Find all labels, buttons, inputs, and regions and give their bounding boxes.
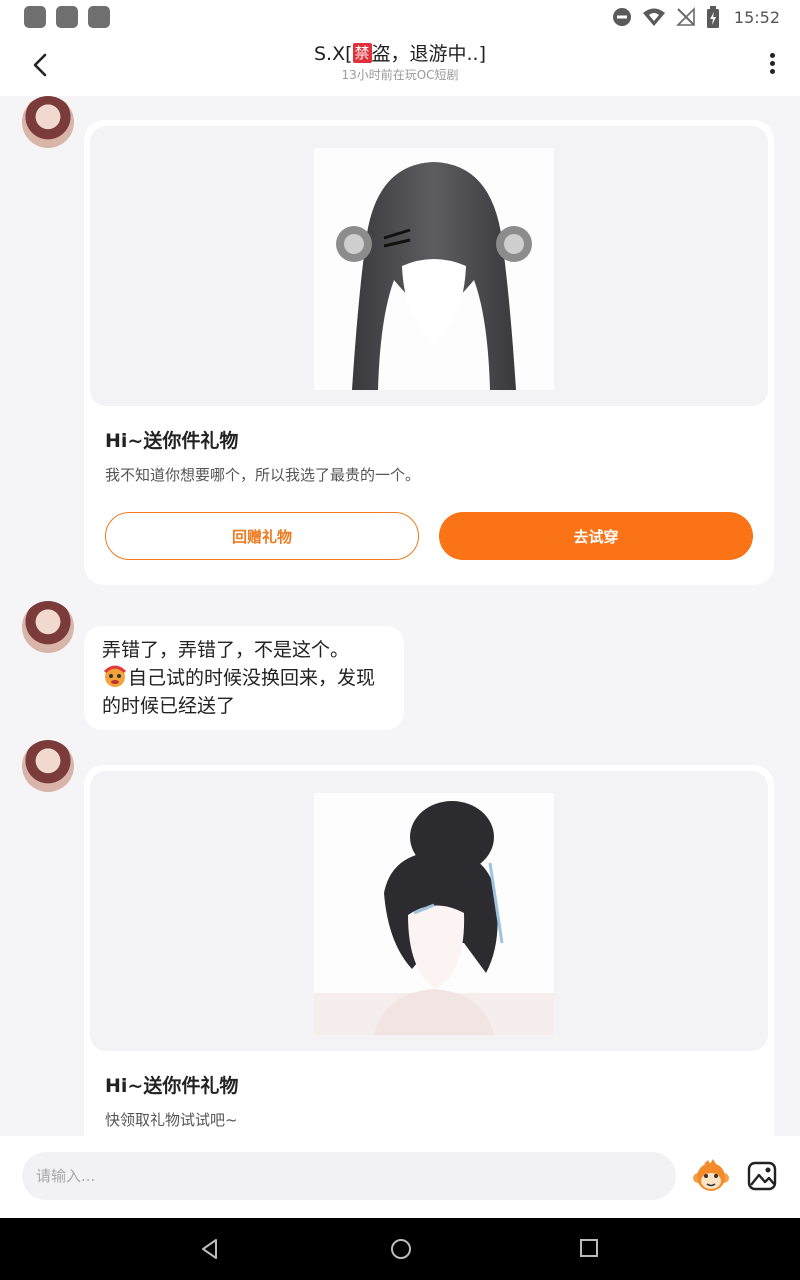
status-bar: 15:52 [0,0,800,34]
dizzy-face-emoji [103,665,127,687]
ban-badge: 禁 [352,43,372,63]
notification-square-icon [24,6,46,28]
notification-square-icon [88,6,110,28]
gift-image-frame [90,771,768,1051]
battery-charging-icon [706,6,719,28]
more-vertical-icon[interactable] [766,50,778,80]
avatar[interactable] [22,740,74,792]
chat-subtitle: 13小时前在玩OC短剧 [341,68,459,82]
gift-image-twin-tails[interactable] [314,148,554,390]
gift-image-frame [90,126,768,406]
clock: 15:52 [733,7,780,27]
notification-square-icon [56,6,78,28]
gift-title: Hi~送你件礼物 [105,1075,239,1097]
monkey-emoji-icon[interactable] [692,1158,730,1196]
image-icon[interactable] [746,1160,778,1192]
avatar[interactable] [22,601,74,653]
try-on-button[interactable]: 去试穿 [439,512,753,560]
message-line: 自己试的时候没换回来，发现的时候已经送了 [102,664,386,720]
chat-header: S.X[禁盗，退游中..] 13小时前在玩OC短剧 [0,34,800,96]
text-message-bubble: 弄错了，弄错了，不是这个。 自己试的时候没换回来，发现的时候已经送了 [84,626,404,730]
gift-card: Hi~送你件礼物 我不知道你想要哪个，所以我选了最贵的一个。 回赠礼物 去试穿 [84,120,774,585]
gift-card: Hi~送你件礼物 快领取礼物试试吧~ [84,765,774,1136]
nav-recents-icon[interactable] [578,1237,600,1259]
nav-home-icon[interactable] [389,1237,413,1261]
do-not-disturb-icon [612,8,631,26]
gift-description: 我不知道你想要哪个，所以我选了最贵的一个。 [105,466,421,484]
chevron-left-icon[interactable] [26,50,56,80]
input-bar [0,1136,800,1218]
gift-image-bun[interactable] [314,793,554,1035]
wifi-icon [642,8,665,26]
chat-messages[interactable]: Hi~送你件礼物 我不知道你想要哪个，所以我选了最贵的一个。 回赠礼物 去试穿 … [0,96,800,1136]
chat-title-block: S.X[禁盗，退游中..] 13小时前在玩OC短剧 [150,40,650,82]
gift-description: 快领取礼物试试吧~ [105,1111,238,1129]
system-nav-bar [0,1218,800,1280]
no-signal-icon [675,7,695,26]
avatar[interactable] [22,96,74,148]
return-gift-button[interactable]: 回赠礼物 [105,512,419,560]
chat-title: S.X[禁盗，退游中..] [313,43,487,65]
gift-title: Hi~送你件礼物 [105,430,239,452]
message-input[interactable] [22,1152,676,1200]
message-line: 弄错了，弄错了，不是这个。 [102,639,350,661]
nav-back-icon[interactable] [198,1237,222,1261]
